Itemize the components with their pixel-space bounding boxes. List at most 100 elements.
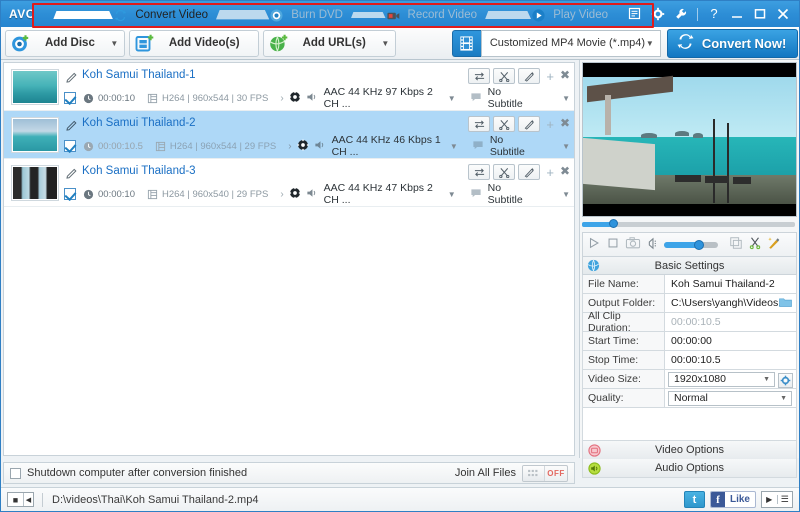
chevron-down-icon[interactable]: ▼ bbox=[562, 94, 570, 103]
list-view-toggle[interactable]: ■ ◀ bbox=[7, 492, 34, 507]
help-icon[interactable]: ? bbox=[707, 7, 721, 21]
video-size-dropdown[interactable]: 1920x1080 ▼ bbox=[668, 371, 775, 387]
setting-value[interactable]: Koh Samui Thailand-2 bbox=[665, 275, 796, 293]
effect-button[interactable] bbox=[518, 116, 540, 132]
chevron-down-icon[interactable]: ▼ bbox=[763, 376, 770, 383]
collapse-arrow-icon[interactable]: ◀ bbox=[24, 496, 33, 504]
add-videos-button[interactable]: Add Video(s) bbox=[128, 29, 259, 57]
tab-play-video[interactable]: Play Video bbox=[475, 3, 618, 27]
video-preview[interactable] bbox=[582, 62, 797, 217]
scissors-icon[interactable] bbox=[748, 236, 762, 253]
file-name[interactable]: Koh Samui Thailand-1 bbox=[82, 69, 196, 81]
output-format-dropdown[interactable]: Customized MP4 Movie (*.mp4) ▼ bbox=[480, 29, 661, 57]
stop-icon[interactable] bbox=[606, 236, 620, 253]
quality-dropdown[interactable]: Normal ▼ bbox=[668, 390, 792, 406]
row-checkbox[interactable] bbox=[64, 140, 76, 152]
table-row[interactable]: Koh Samui Thailand-2 + ✖ 00:00:10.5 H264… bbox=[4, 111, 574, 159]
chevron-down-icon[interactable]: ▼ bbox=[450, 142, 458, 151]
chevron-down-icon[interactable]: ▼ bbox=[562, 190, 570, 199]
rename-pencil-icon[interactable] bbox=[66, 119, 78, 131]
table-row[interactable]: Koh Samui Thailand-1 + ✖ 00:00:10 H264 |… bbox=[4, 63, 574, 111]
play-icon[interactable] bbox=[587, 236, 601, 253]
rename-pencil-icon[interactable] bbox=[66, 167, 78, 179]
file-list[interactable]: Koh Samui Thailand-1 + ✖ 00:00:10 H264 |… bbox=[3, 62, 575, 456]
add-disc-button[interactable]: Add Disc ▼ bbox=[5, 29, 125, 57]
tab-record-video[interactable]: Record Video bbox=[341, 3, 487, 27]
join-all-files-toggle[interactable]: OFF bbox=[522, 464, 568, 482]
expand-chevron-icon[interactable]: › bbox=[280, 189, 283, 200]
video-size-settings-button[interactable] bbox=[778, 372, 793, 388]
audio-options-button[interactable]: Audio Options bbox=[582, 459, 797, 478]
facebook-like-button[interactable]: f Like bbox=[709, 491, 756, 508]
rotate-button[interactable] bbox=[468, 68, 490, 84]
maximize-icon[interactable] bbox=[753, 7, 767, 21]
tab-burn-dvd[interactable]: Burn DVD bbox=[206, 3, 353, 27]
chevron-down-icon[interactable]: ▼ bbox=[562, 142, 570, 151]
cut-button[interactable] bbox=[493, 164, 515, 180]
chevron-down-icon[interactable]: ▼ bbox=[109, 39, 120, 48]
row-checkbox[interactable] bbox=[64, 188, 76, 200]
rotate-button[interactable] bbox=[468, 164, 490, 180]
audio-dropdown[interactable]: AAC 44 KHz 97 Kbps 2 CH ... bbox=[324, 86, 444, 110]
cut-button[interactable] bbox=[493, 116, 515, 132]
expand-chevron-icon[interactable]: › bbox=[280, 93, 283, 104]
twitter-button[interactable]: t bbox=[683, 491, 705, 508]
player-mode-group[interactable]: ▶ ☰ bbox=[761, 491, 793, 508]
subtitle-dropdown[interactable]: No Subtitle bbox=[488, 86, 532, 110]
convert-now-button[interactable]: Convert Now! bbox=[666, 28, 799, 58]
add-row-button[interactable]: + bbox=[546, 69, 554, 84]
subtitle-dropdown[interactable]: No Subtitle bbox=[490, 134, 532, 158]
settings-cog-icon[interactable] bbox=[289, 91, 301, 106]
effect-button[interactable] bbox=[518, 164, 540, 180]
settings-cog-icon[interactable] bbox=[289, 187, 301, 202]
notes-icon[interactable] bbox=[628, 7, 642, 21]
volume-handle[interactable] bbox=[694, 239, 704, 250]
rotate-button[interactable] bbox=[468, 116, 490, 132]
settings-cog-icon[interactable] bbox=[297, 139, 309, 154]
chevron-down-icon[interactable]: ▼ bbox=[380, 39, 391, 48]
shutdown-checkbox[interactable] bbox=[10, 467, 21, 479]
remove-row-button[interactable]: ✖ bbox=[560, 164, 570, 178]
rename-pencil-icon[interactable] bbox=[66, 71, 78, 83]
audio-dropdown[interactable]: AAC 44 KHz 47 Kbps 2 CH ... bbox=[324, 182, 444, 206]
add-row-button[interactable]: + bbox=[546, 117, 554, 132]
chevron-down-icon[interactable]: ▼ bbox=[448, 94, 456, 103]
chevron-down-icon[interactable]: ▼ bbox=[646, 39, 654, 48]
video-options-button[interactable]: Video Options bbox=[582, 441, 797, 460]
folder-icon[interactable] bbox=[779, 297, 792, 308]
chevron-down-icon[interactable]: ▼ bbox=[780, 395, 787, 402]
audio-dropdown[interactable]: AAC 44 KHz 46 Kbps 1 CH ... bbox=[332, 134, 446, 158]
volume-icon[interactable] bbox=[646, 237, 659, 253]
tab-convert-video[interactable]: Convert Video bbox=[43, 3, 218, 27]
cut-button[interactable] bbox=[493, 68, 515, 84]
subtitle-dropdown[interactable]: No Subtitle bbox=[488, 182, 532, 206]
remove-row-button[interactable]: ✖ bbox=[560, 68, 570, 82]
list-small-icon[interactable]: ☰ bbox=[778, 494, 793, 505]
video-options-label: Video Options bbox=[655, 444, 724, 456]
add-row-button[interactable]: + bbox=[546, 165, 554, 180]
wrench-icon[interactable] bbox=[674, 7, 688, 21]
seek-bar[interactable] bbox=[582, 219, 797, 229]
output-format-selector[interactable]: Customized MP4 Movie (*.mp4) ▼ bbox=[451, 29, 661, 57]
play-small-icon[interactable]: ▶ bbox=[762, 495, 778, 504]
table-row[interactable]: Koh Samui Thailand-3 + ✖ 00:00:10 H264 |… bbox=[4, 159, 574, 207]
row-checkbox[interactable] bbox=[64, 92, 76, 104]
file-name[interactable]: Koh Samui Thailand-2 bbox=[82, 117, 196, 129]
setting-value[interactable]: C:\Users\yangh\Videos... bbox=[665, 294, 796, 312]
fullscreen-icon[interactable] bbox=[729, 236, 743, 253]
expand-chevron-icon[interactable]: › bbox=[288, 141, 291, 152]
snapshot-icon[interactable] bbox=[625, 236, 641, 253]
file-name[interactable]: Koh Samui Thailand-3 bbox=[82, 165, 196, 177]
seek-handle[interactable] bbox=[609, 219, 618, 228]
magic-wand-icon[interactable] bbox=[767, 236, 781, 253]
setting-value[interactable]: 00:00:10.5 bbox=[665, 351, 796, 369]
close-icon[interactable] bbox=[776, 7, 790, 21]
remove-row-button[interactable]: ✖ bbox=[560, 116, 570, 130]
minimize-icon[interactable] bbox=[730, 7, 744, 21]
setting-value[interactable]: 00:00:00 bbox=[665, 332, 796, 350]
effect-button[interactable] bbox=[518, 68, 540, 84]
add-urls-button[interactable]: Add URL(s) ▼ bbox=[262, 29, 396, 57]
volume-slider[interactable] bbox=[664, 239, 718, 250]
gear-icon[interactable] bbox=[651, 7, 665, 21]
chevron-down-icon[interactable]: ▼ bbox=[448, 190, 456, 199]
